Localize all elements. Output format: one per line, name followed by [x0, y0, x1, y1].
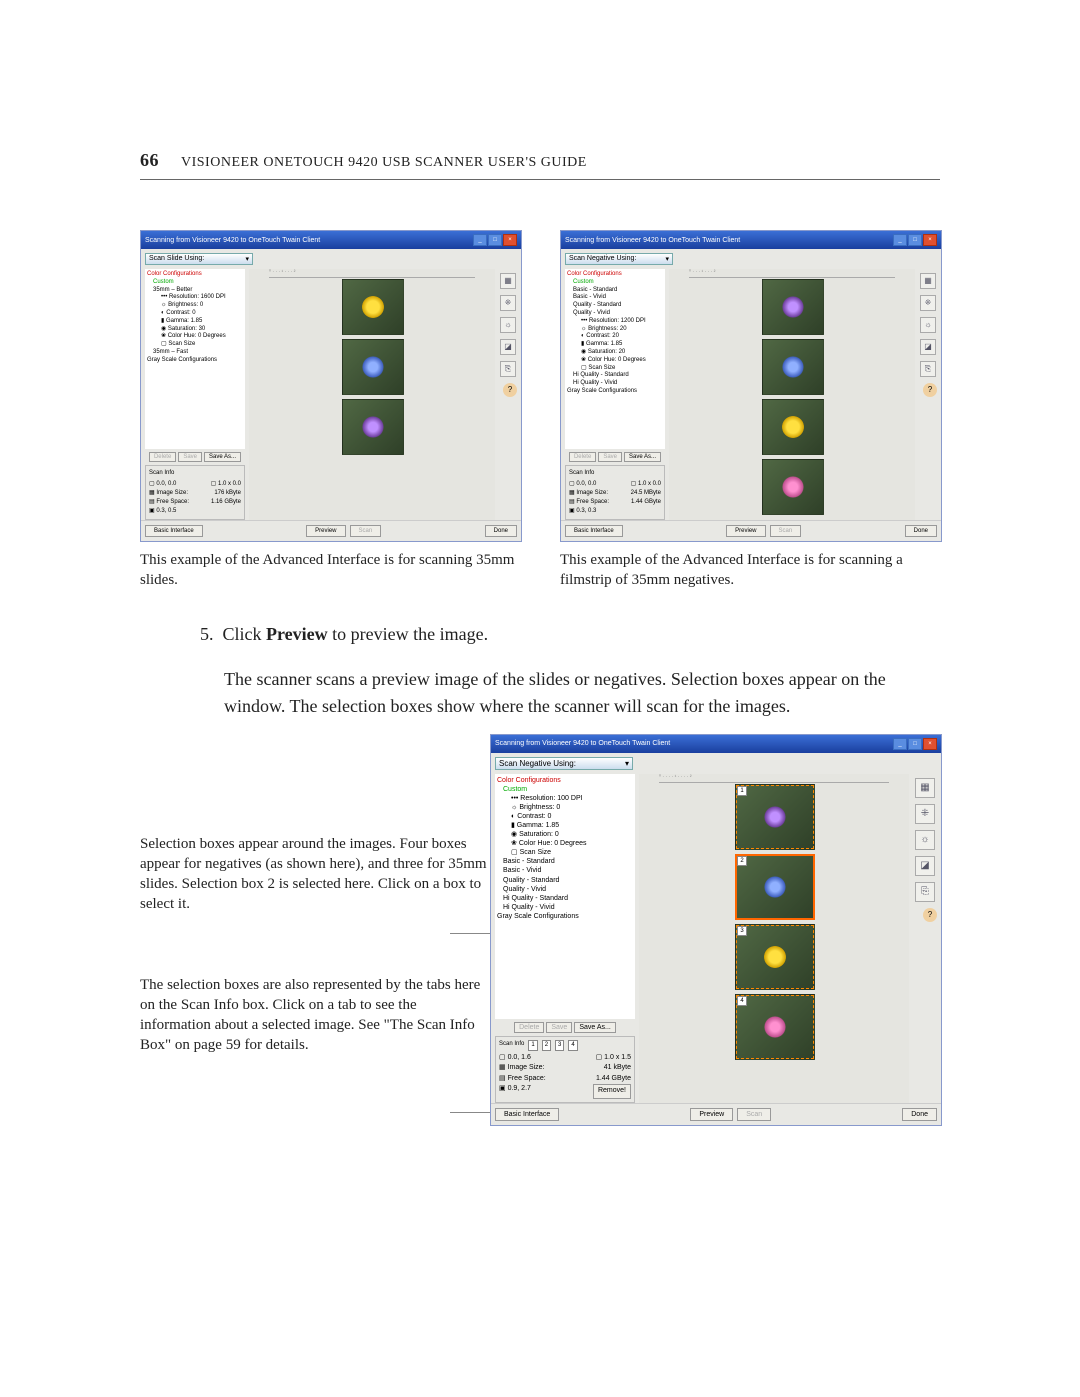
- adjust-icon[interactable]: ◪: [920, 339, 936, 355]
- brightness-icon[interactable]: ☼: [500, 317, 516, 333]
- header-title: VISIONEER ONETOUCH 9420 USB SCANNER USER…: [181, 155, 587, 171]
- brightness-icon[interactable]: ☼: [915, 830, 935, 850]
- adjust-icon[interactable]: ◪: [915, 856, 935, 876]
- grid-icon[interactable]: ⁜: [915, 804, 935, 824]
- brightness-icon[interactable]: ☼: [920, 317, 936, 333]
- basic-interface-button[interactable]: Basic Interface: [565, 525, 623, 537]
- scan-type-dropdown[interactable]: Scan Negative Using:▾: [495, 757, 633, 770]
- scan-button[interactable]: Scan: [737, 1108, 771, 1121]
- scan-info-tab-1[interactable]: 1: [528, 1040, 537, 1051]
- grid-icon[interactable]: ⁜: [920, 295, 936, 311]
- config-tree[interactable]: Color Configurations Custom Basic - Stan…: [565, 269, 665, 449]
- help-icon[interactable]: ?: [923, 383, 937, 397]
- preview-thumb[interactable]: [762, 339, 824, 395]
- selection-box-3[interactable]: 3: [735, 924, 815, 990]
- body-paragraph: The scanner scans a preview image of the…: [200, 666, 940, 720]
- preview-button[interactable]: Preview: [306, 525, 345, 537]
- scan-type-dropdown[interactable]: Scan Negative Using:▾: [565, 253, 673, 265]
- scan-info-tab-2[interactable]: 2: [542, 1040, 551, 1051]
- screenshot-slides: Scanning from Visioneer 9420 to OneTouch…: [140, 230, 522, 542]
- caption-right: This example of the Advanced Interface i…: [560, 550, 940, 591]
- selection-box-1[interactable]: 1: [735, 784, 815, 850]
- scan-info-box: Scan Info 1 2 3 4 ▢ 0.0, 1.6▢ 1.0 x 1.5 …: [495, 1036, 635, 1103]
- delete-button[interactable]: Delete: [149, 452, 176, 462]
- titlebar: Scanning from Visioneer 9420 to OneTouch…: [491, 735, 941, 753]
- selection-box-4[interactable]: 4: [735, 994, 815, 1060]
- selection-box-2[interactable]: 2: [735, 854, 815, 920]
- preview-thumb[interactable]: [762, 279, 824, 335]
- crop-icon[interactable]: ⎘: [920, 361, 936, 377]
- preview-thumb[interactable]: [342, 339, 404, 395]
- preview-thumb[interactable]: [342, 279, 404, 335]
- screenshot-selection-boxes: Scanning from Visioneer 9420 to OneTouch…: [490, 734, 942, 1126]
- scan-button[interactable]: Scan: [770, 525, 802, 537]
- saveas-button[interactable]: Save As...: [204, 452, 241, 462]
- done-button[interactable]: Done: [905, 525, 937, 537]
- basic-interface-button[interactable]: Basic Interface: [145, 525, 203, 537]
- save-button[interactable]: Save: [546, 1022, 572, 1033]
- minimize-icon[interactable]: _: [473, 234, 487, 246]
- close-icon[interactable]: ×: [503, 234, 517, 246]
- saveas-button[interactable]: Save As...: [574, 1022, 616, 1033]
- adjust-icon[interactable]: ◪: [500, 339, 516, 355]
- scan-info-box: Scan Info ▢ 0.0, 0.0▢ 1.0 x 0.0 ▦ Image …: [145, 465, 245, 520]
- help-icon[interactable]: ?: [923, 908, 937, 922]
- scan-info-box: Scan Info ▢ 0.0, 0.0▢ 1.0 x 0.0 ▦ Image …: [565, 465, 665, 520]
- window-title: Scanning from Visioneer 9420 to OneTouch…: [495, 740, 670, 747]
- window-title: Scanning from Visioneer 9420 to OneTouch…: [565, 237, 740, 244]
- done-button[interactable]: Done: [485, 525, 517, 537]
- annotation-selection-boxes: Selection boxes appear around the images…: [140, 834, 490, 915]
- annotation-scan-info-tabs: The selection boxes are also represented…: [140, 975, 490, 1056]
- save-button[interactable]: Save: [598, 452, 622, 462]
- preview-area[interactable]: ⁰ · · · ¹ · · · ²: [249, 269, 495, 520]
- titlebar: Scanning from Visioneer 9420 to OneTouch…: [141, 231, 521, 249]
- minimize-icon[interactable]: _: [893, 738, 907, 750]
- maximize-icon[interactable]: □: [908, 234, 922, 246]
- caption-left: This example of the Advanced Interface i…: [140, 550, 520, 591]
- config-tree[interactable]: Color Configurations Custom 35mm – Bette…: [145, 269, 245, 449]
- panel-icon[interactable]: ▦: [500, 273, 516, 289]
- scan-info-tab-3[interactable]: 3: [555, 1040, 564, 1051]
- step-5: 5. Click Preview to preview the image.: [200, 621, 940, 648]
- minimize-icon[interactable]: _: [893, 234, 907, 246]
- preview-area[interactable]: ⁰ · · · ¹ · · · ²: [669, 269, 915, 520]
- panel-icon[interactable]: ▦: [920, 273, 936, 289]
- window-title: Scanning from Visioneer 9420 to OneTouch…: [145, 237, 320, 244]
- save-button[interactable]: Save: [178, 452, 202, 462]
- preview-thumb[interactable]: [342, 399, 404, 455]
- config-tree[interactable]: Color Configurations Custom ••• Resoluti…: [495, 774, 635, 1019]
- close-icon[interactable]: ×: [923, 234, 937, 246]
- preview-button[interactable]: Preview: [726, 525, 765, 537]
- panel-icon[interactable]: ▦: [915, 778, 935, 798]
- grid-icon[interactable]: ⁜: [500, 295, 516, 311]
- remove-button[interactable]: Remove!: [593, 1084, 631, 1099]
- done-button[interactable]: Done: [902, 1108, 937, 1121]
- crop-icon[interactable]: ⎘: [915, 882, 935, 902]
- titlebar: Scanning from Visioneer 9420 to OneTouch…: [561, 231, 941, 249]
- saveas-button[interactable]: Save As...: [624, 452, 661, 462]
- page-header: 66 VISIONEER ONETOUCH 9420 USB SCANNER U…: [140, 150, 940, 180]
- screenshot-negatives: Scanning from Visioneer 9420 to OneTouch…: [560, 230, 942, 542]
- preview-thumb[interactable]: [762, 459, 824, 515]
- maximize-icon[interactable]: □: [908, 738, 922, 750]
- scan-info-tab-4[interactable]: 4: [568, 1040, 577, 1051]
- page-number: 66: [140, 150, 159, 171]
- preview-button[interactable]: Preview: [690, 1108, 733, 1121]
- preview-area[interactable]: ⁰ · · · · ¹ · · · · ² 1 2 3 4: [639, 774, 909, 1103]
- maximize-icon[interactable]: □: [488, 234, 502, 246]
- delete-button[interactable]: Delete: [569, 452, 596, 462]
- basic-interface-button[interactable]: Basic Interface: [495, 1108, 559, 1121]
- delete-button[interactable]: Delete: [514, 1022, 544, 1033]
- preview-thumb[interactable]: [762, 399, 824, 455]
- help-icon[interactable]: ?: [503, 383, 517, 397]
- crop-icon[interactable]: ⎘: [500, 361, 516, 377]
- close-icon[interactable]: ×: [923, 738, 937, 750]
- scan-button[interactable]: Scan: [350, 525, 382, 537]
- scan-type-dropdown[interactable]: Scan Slide Using:▾: [145, 253, 253, 265]
